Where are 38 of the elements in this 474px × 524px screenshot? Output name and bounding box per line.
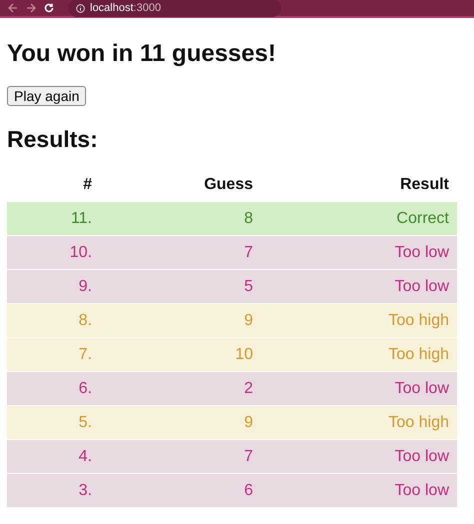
table-cell: 8 (244, 210, 253, 226)
back-icon[interactable] (8, 3, 18, 13)
address-field[interactable]: localhost:3000 (68, 0, 281, 17)
table-cell: Too low (394, 482, 449, 498)
table-cell: Too high (388, 346, 449, 362)
table-cell: Too low (394, 380, 449, 396)
table-cell: Too high (388, 312, 449, 328)
table-cell: Too low (394, 448, 449, 464)
forward-icon[interactable] (26, 3, 36, 13)
table-cell: Too high (388, 414, 449, 430)
info-icon[interactable] (76, 4, 85, 12)
table-cell: Too low (394, 278, 449, 294)
reload-icon[interactable] (44, 3, 54, 13)
table-cell: 2 (244, 380, 253, 396)
column-header: Result (400, 176, 449, 193)
section-heading: Results: (7, 126, 99, 153)
table-cell: 9 (244, 414, 253, 430)
table-cell: 6. (78, 380, 92, 396)
table-cell: 3. (78, 482, 92, 498)
table-cell: 7 (244, 244, 253, 260)
table-cell: 10. (70, 244, 92, 260)
play-again-button[interactable]: Play again (7, 86, 86, 106)
table-cell: 4. (78, 448, 92, 464)
table-cell: 7. (78, 346, 92, 362)
table-cell: 10 (235, 346, 253, 362)
table-cell: 5 (244, 278, 253, 294)
table-cell: Correct (396, 210, 449, 226)
column-header: Guess (204, 176, 253, 193)
table-cell: 11. (70, 210, 92, 226)
table-cell: 7 (244, 448, 253, 464)
column-header: # (83, 176, 92, 193)
table-cell: 8. (78, 312, 92, 328)
table-cell: 9. (78, 278, 92, 294)
table-cell: Too low (394, 244, 449, 260)
page-heading: You won in 11 guesses! (7, 40, 277, 68)
table-cell: 6 (244, 482, 253, 498)
table-cell: 9 (244, 312, 253, 328)
table-cell: 5. (78, 414, 92, 430)
